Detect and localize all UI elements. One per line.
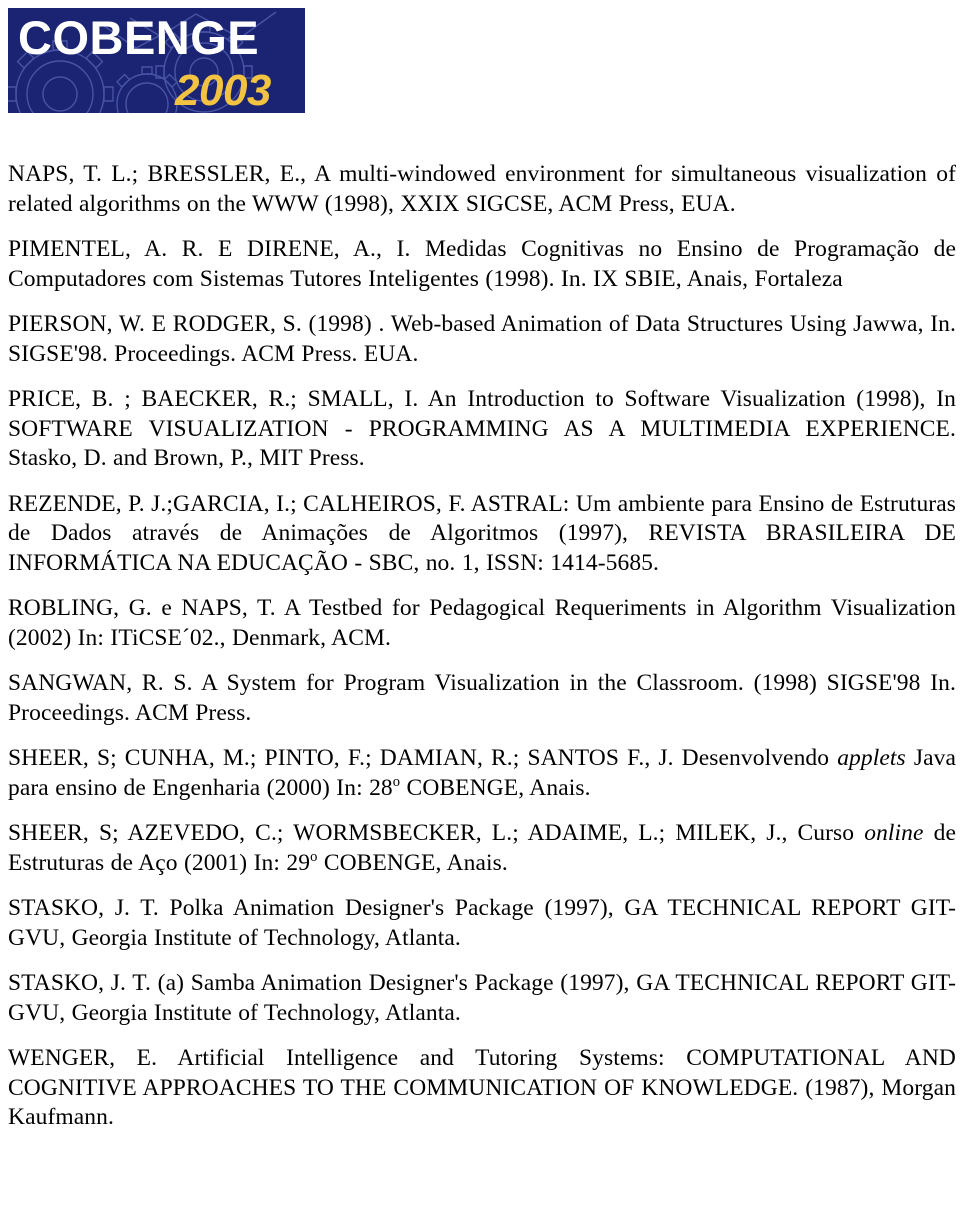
reference-text: COBENGE, Anais. [317,849,508,876]
reference-entry: NAPS, T. L.; BRESSLER, E., A multi-windo… [8,160,956,219]
reference-entry: STASKO, J. T. Polka Animation Designer's… [8,894,956,953]
reference-entry: PRICE, B. ; BAECKER, R.; SMALL, I. An In… [8,385,956,474]
reference-text: PIMENTEL, A. R. E DIRENE, A., I. Medidas… [8,236,956,292]
reference-entry: STASKO, J. T. (a) Samba Animation Design… [8,969,956,1028]
reference-entry: SANGWAN, R. S. A System for Program Visu… [8,669,956,728]
cobenge-2003-logo: COBENGE 2003 [8,8,305,113]
reference-text: REZENDE, P. J.;GARCIA, I.; CALHEIROS, F.… [8,490,956,576]
reference-text: PIERSON, W. E RODGER, S. (1998) . Web-ba… [8,311,956,367]
reference-entry: REZENDE, P. J.;GARCIA, I.; CALHEIROS, F.… [8,490,956,579]
reference-text: NAPS, T. L.; BRESSLER, E., A multi-windo… [8,161,956,217]
reference-entry: WENGER, E. Artificial Intelligence and T… [8,1044,956,1133]
reference-entry: PIMENTEL, A. R. E DIRENE, A., I. Medidas… [8,235,956,294]
reference-text: SHEER, S; CUNHA, M.; PINTO, F.; DAMIAN, … [8,745,838,771]
logo-year-text: 2003 [174,66,271,113]
logo-graphic: COBENGE 2003 [8,8,305,113]
reference-text: STASKO, J. T. Polka Animation Designer's… [8,895,956,951]
reference-italic-term: applets [837,745,906,771]
logo-title-text: COBENGE [18,11,259,64]
reference-text: PRICE, B. ; BAECKER, R.; SMALL, I. An In… [8,386,956,471]
reference-text: STASKO, J. T. (a) Samba Animation Design… [8,970,956,1026]
reference-text: COBENGE, Anais. [400,774,591,801]
reference-text: SHEER, S; AZEVEDO, C.; WORMSBECKER, L.; … [8,820,865,846]
reference-entry: SHEER, S; CUNHA, M.; PINTO, F.; DAMIAN, … [8,744,956,803]
references-list: NAPS, T. L.; BRESSLER, E., A multi-windo… [8,160,956,1133]
reference-text: SANGWAN, R. S. A System for Program Visu… [8,670,956,726]
reference-entry: PIERSON, W. E RODGER, S. (1998) . Web-ba… [8,310,956,369]
reference-entry: ROBLING, G. e NAPS, T. A Testbed for Ped… [8,594,956,653]
reference-italic-term: online [864,820,924,846]
reference-entry: SHEER, S; AZEVEDO, C.; WORMSBECKER, L.; … [8,819,956,878]
reference-text: WENGER, E. Artificial Intelligence and T… [8,1045,956,1130]
reference-text: ROBLING, G. e NAPS, T. A Testbed for Ped… [8,595,956,651]
